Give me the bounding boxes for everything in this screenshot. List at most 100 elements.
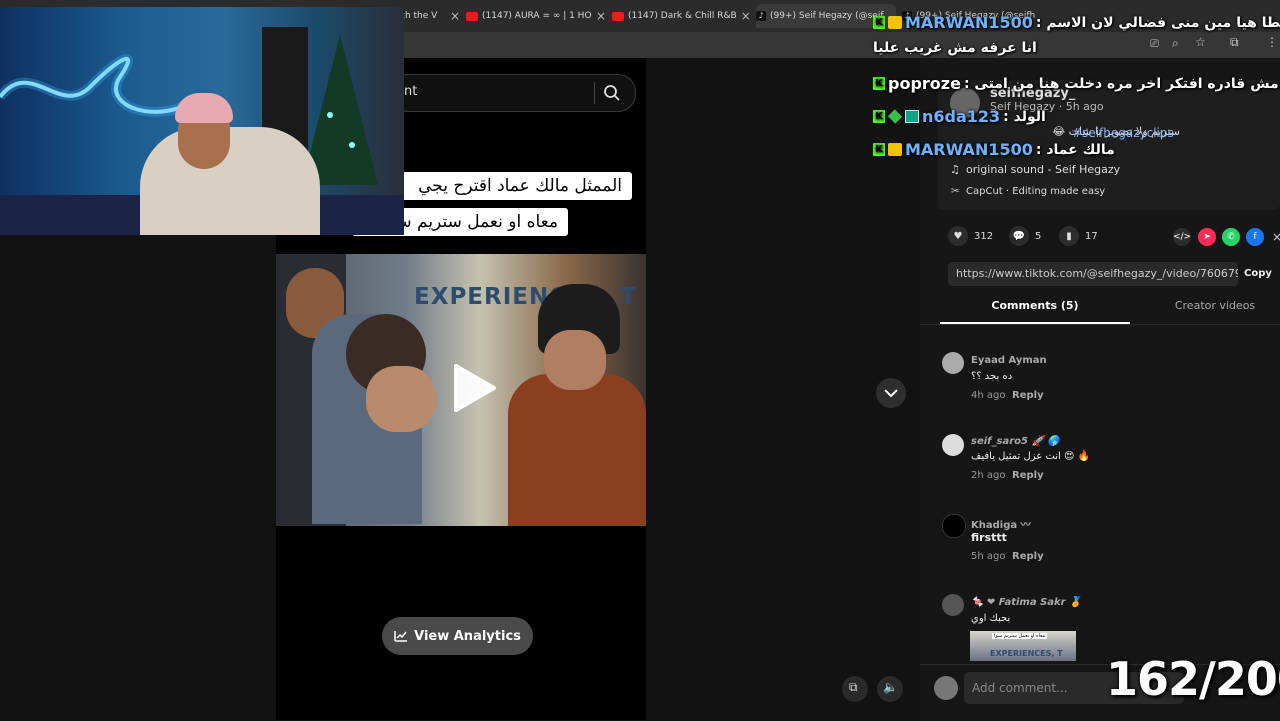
comment-image[interactable]: معاه او نعمل ستريم سوا EXPERIENCES, T	[970, 631, 1076, 661]
search-input[interactable]	[390, 74, 636, 112]
chat-message: K MARWAN1500 مالك عماد :	[873, 140, 1115, 159]
close-icon[interactable]: ×	[1268, 228, 1280, 246]
comment-time: 5h ago	[971, 551, 1006, 562]
comment-username[interactable]: Khadiga 〰	[971, 516, 1031, 531]
save-count: 17	[1085, 230, 1098, 242]
comment-text: ده بجد ؟؟	[971, 371, 1013, 382]
thumbnail-figure	[544, 330, 606, 390]
tab-creator-videos[interactable]: Creator videos	[1150, 299, 1280, 312]
browser-tab[interactable]: (1147) AURA = ∞ | 1 HO ×	[466, 4, 606, 28]
menu-icon[interactable]: ⋮	[1266, 35, 1278, 49]
play-icon[interactable]	[448, 362, 498, 414]
like-count: 312	[974, 230, 994, 242]
search-input-text: nt	[404, 84, 418, 99]
comment-text: انت عزل تمثيل يافيف 😍 🔥	[971, 451, 1091, 462]
tab-comments[interactable]: Comments (5)	[940, 299, 1130, 312]
chat-username: MARWAN1500	[905, 13, 1033, 32]
search-divider	[594, 82, 595, 104]
embed-icon[interactable]: </>	[1173, 228, 1191, 246]
tab-label: (1147) AURA = ∞ | 1 HO	[482, 11, 592, 21]
avatar[interactable]	[942, 594, 964, 616]
cast-icon[interactable]: ⎚	[1150, 37, 1159, 51]
heart-icon: ♥	[948, 226, 968, 246]
chart-icon	[394, 631, 408, 642]
youtube-icon	[612, 11, 624, 21]
capcut-icon: ✂	[951, 186, 960, 197]
close-icon[interactable]: ×	[741, 9, 750, 23]
avatar[interactable]	[942, 352, 964, 374]
close-icon[interactable]: ×	[596, 9, 606, 23]
comment-text: بحبك اوي	[971, 613, 1011, 624]
chat-message: K poproze مش قادره افتكر اخر مره دخلت هن…	[873, 74, 1279, 93]
tabs-divider	[920, 324, 1280, 325]
music-note-icon: ♫	[950, 163, 960, 176]
browser-tab[interactable]: ch the V ×	[400, 4, 460, 28]
chevron-down-icon[interactable]	[876, 378, 906, 408]
chat-text: انا عرفه مش غريب عليا	[873, 40, 1037, 56]
comment-username[interactable]: Eyaad Ayman	[971, 355, 1047, 366]
kick-badge-icon: K	[873, 77, 885, 90]
kick-badge-icon: K	[873, 110, 885, 123]
webcam-overlay	[0, 7, 404, 235]
view-analytics-label: View Analytics	[414, 628, 521, 644]
avatar[interactable]	[942, 514, 966, 538]
avatar	[934, 676, 958, 700]
chat-text: الولد :	[1003, 108, 1046, 125]
send-icon[interactable]: ➤	[1198, 228, 1216, 246]
search-icon[interactable]	[602, 83, 622, 103]
copy-link-button[interactable]: Copy	[1244, 262, 1280, 286]
comment-image-banner: EXPERIENCES, T	[990, 649, 1063, 658]
chat-username: n6da123	[922, 107, 1001, 126]
goal-counter: 162/200	[1106, 652, 1280, 706]
extensions-icon[interactable]: ⧉	[1230, 35, 1239, 50]
comment-username[interactable]: seif_saro5 🚀 🌎	[971, 436, 1060, 447]
streamer-torso	[140, 127, 320, 235]
close-icon[interactable]: ×	[450, 9, 460, 23]
comment-image-caption: معاه او نعمل ستريم سوا	[992, 633, 1048, 639]
post-hashtag[interactable]: #seifhegazyclips	[1072, 126, 1174, 140]
bookmark-icon: ▮	[1059, 226, 1079, 246]
pip-icon: ⧉	[849, 680, 858, 694]
video-caption-line: الممثل مالك عماد اقترح يجي	[395, 172, 632, 200]
save-button[interactable]: ▮ 17	[1059, 226, 1098, 246]
like-button[interactable]: ♥ 312	[948, 226, 993, 246]
chat-text: مش قادره افتكر اخر مره دخلت هنا من امتى …	[963, 75, 1279, 92]
facebook-icon[interactable]: f	[1246, 228, 1264, 246]
grid-badge-icon	[905, 110, 919, 123]
tab-label: (99+) Seif Hegazy (@seif	[770, 11, 884, 21]
thumbnail-figure	[366, 366, 436, 432]
comment-icon: 💬	[1009, 226, 1029, 246]
chat-username: poproze	[888, 74, 961, 93]
chat-username: MARWAN1500	[905, 140, 1033, 159]
volume-button[interactable]: 🔈	[877, 676, 903, 702]
comment-button[interactable]: 💬 5	[1009, 226, 1041, 246]
avatar[interactable]	[942, 434, 964, 456]
post-sound[interactable]: original sound - Seif Hegazy	[966, 163, 1120, 176]
kick-badge-icon: K	[873, 143, 885, 156]
comment-text: firsttt	[971, 531, 1007, 544]
whatsapp-icon[interactable]: ✆	[1222, 228, 1240, 246]
comment-username[interactable]: 🍬 ❤ Fatima Sakr 🏅	[971, 597, 1082, 608]
capcut-link[interactable]: CapCut · Editing made easy	[966, 186, 1105, 197]
video-thumbnail[interactable]: EXPERIENCES, T	[276, 254, 646, 526]
chat-message-continued: انا عرفه مش غريب عليا	[873, 40, 1037, 56]
tiktok-icon: ♪	[756, 11, 766, 21]
tab-label: ch the V	[400, 11, 438, 21]
reply-button[interactable]: Reply	[1012, 390, 1044, 401]
youtube-icon	[466, 11, 478, 21]
share-url-field[interactable]: https://www.tiktok.com/@seifhegazy_/vide…	[948, 262, 1238, 286]
comment-time: 4h ago	[971, 390, 1006, 401]
zoom-icon[interactable]: ⌕	[1172, 36, 1179, 51]
star-icon[interactable]: ☆	[1195, 35, 1206, 49]
view-analytics-button[interactable]: View Analytics	[382, 617, 533, 655]
pip-button[interactable]: ⧉	[842, 676, 868, 702]
gem-badge-icon	[887, 109, 903, 124]
chat-message: K MARWAN1500 يسطا هيا مين منى فضالي لان …	[873, 13, 1280, 32]
volume-icon: 🔈	[883, 680, 898, 694]
reply-button[interactable]: Reply	[1012, 551, 1044, 562]
reply-button[interactable]: Reply	[1012, 470, 1044, 481]
chat-message: K n6da123 الولد :	[873, 107, 1046, 126]
comment-time: 2h ago	[971, 470, 1006, 481]
tab-label: (1147) Dark & Chill R&B	[628, 11, 737, 21]
browser-tab[interactable]: (1147) Dark & Chill R&B ×	[612, 4, 750, 28]
